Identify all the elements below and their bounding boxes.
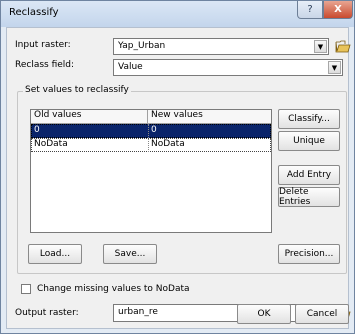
reclassify-dialog: Reclassify ? X Input raster: Yap_Urban ▼…: [0, 0, 355, 334]
old-value-cell[interactable]: NoData: [34, 139, 68, 149]
column-divider: [148, 124, 149, 152]
table-row[interactable]: 0 0: [31, 124, 271, 138]
chevron-down-icon[interactable]: ▼: [328, 61, 341, 74]
chevron-down-icon[interactable]: ▼: [314, 40, 327, 53]
reclass-field-value: Value: [118, 62, 143, 72]
dialog-body: Input raster: Yap_Urban ▼ Reclass field:…: [6, 27, 351, 329]
close-button[interactable]: X: [323, 1, 353, 19]
input-raster-combo[interactable]: Yap_Urban ▼: [113, 38, 329, 55]
reclass-field-label: Reclass field:: [15, 60, 75, 70]
title-bar[interactable]: Reclassify ? X: [1, 1, 354, 27]
unique-button[interactable]: Unique: [278, 131, 340, 151]
close-icon: X: [334, 4, 342, 15]
open-folder-icon: [335, 40, 351, 53]
new-value-cell[interactable]: 0: [151, 125, 157, 135]
delete-entries-button[interactable]: Delete Entries: [278, 187, 340, 207]
load-button[interactable]: Load...: [28, 244, 82, 264]
help-button[interactable]: ?: [297, 1, 323, 19]
new-value-cell[interactable]: NoData: [151, 139, 185, 149]
output-raster-value: urban_re: [118, 307, 158, 317]
cancel-button[interactable]: Cancel: [295, 304, 349, 324]
old-value-cell[interactable]: 0: [34, 125, 40, 135]
table-row[interactable]: NoData NoData: [31, 138, 271, 152]
precision-button[interactable]: Precision...: [278, 244, 340, 264]
classify-button[interactable]: Classify...: [278, 109, 340, 129]
save-button[interactable]: Save...: [103, 244, 157, 264]
add-entry-button[interactable]: Add Entry: [278, 165, 340, 185]
column-header-new[interactable]: New values: [148, 110, 271, 124]
set-values-group-label: Set values to reclassify: [23, 85, 131, 95]
input-raster-value: Yap_Urban: [118, 41, 166, 51]
change-missing-label[interactable]: Change missing values to NoData: [37, 284, 190, 294]
input-raster-label: Input raster:: [15, 40, 71, 50]
reclass-table[interactable]: Old values New values 0 0 NoData NoData: [30, 109, 272, 233]
input-raster-browse-button[interactable]: [333, 37, 353, 55]
ok-button[interactable]: OK: [237, 304, 291, 324]
window-title: Reclassify: [9, 7, 59, 18]
change-missing-checkbox[interactable]: [21, 284, 31, 294]
output-raster-label: Output raster:: [15, 308, 79, 318]
reclass-field-combo[interactable]: Value ▼: [113, 59, 343, 76]
column-header-old[interactable]: Old values: [31, 110, 148, 124]
help-icon: ?: [307, 4, 313, 15]
